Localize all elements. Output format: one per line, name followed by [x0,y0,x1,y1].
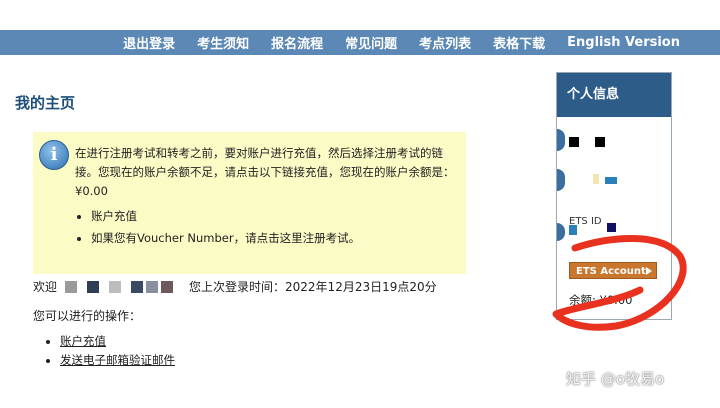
voucher-suffix: 注册考试。 [302,231,361,245]
top-nav-items: 退出登录 考生须知 报名流程 常见问题 考点列表 表格下载 English Ve… [101,30,720,55]
info-icon: i [39,140,69,170]
redacted-field [557,221,671,243]
nav-english-version[interactable]: English Version [567,35,680,50]
voucher-text: 如果您有Voucher Number，请点击 [91,231,280,245]
nav-registration-process[interactable]: 报名流程 [271,33,323,52]
account-balance: 余额: ¥0.00 [569,293,633,307]
panel-title: 个人信息 [557,73,671,117]
nav-form-downloads[interactable]: 表格下载 [493,33,545,52]
list-item: 发送电子邮箱验证邮件 [60,351,175,370]
welcome-prefix: 欢迎 [33,280,58,294]
notice-list: 账户充值 如果您有Voucher Number，请点击这里注册考试。 [75,205,360,249]
recharge-link[interactable]: 账户充值 [91,209,137,223]
ets-account-button[interactable]: ETS Account [569,262,657,279]
last-login-text: 您上次登录时间：2022年12月23日19点20分 [189,280,437,294]
nav-test-centers[interactable]: 考点列表 [419,33,471,52]
voucher-here-link[interactable]: 这里 [280,231,303,245]
nav-logout[interactable]: 退出登录 [123,33,175,52]
list-item: 如果您有Voucher Number，请点击这里注册考试。 [91,227,360,249]
operations-list: 账户充值 发送电子邮箱验证邮件 [45,332,175,370]
nav-faq[interactable]: 常见问题 [345,33,397,52]
operations-label: 您可以进行的操作： [33,309,142,323]
notice-box: i 在进行注册考试和转考之前，要对账户进行充值，然后选择注册考试的链接。您现在的… [33,132,466,274]
notice-text: 在进行注册考试和转考之前，要对账户进行充值，然后选择注册考试的链接。您现在的账户… [75,146,455,198]
arrow-right-icon [646,267,652,275]
op-send-verification-link[interactable]: 发送电子邮箱验证邮件 [60,353,175,367]
redacted-field [557,169,671,191]
personal-info-panel: 个人信息 ETS ID ETS Account 余额: ¥0.00 [556,72,672,320]
list-item: 账户充值 [60,332,175,351]
list-item: 账户充值 [91,205,360,227]
ets-account-label: ETS Account [576,266,646,277]
welcome-line: 欢迎 您上次登录时间：2022年12月23日19点20分 [33,278,437,295]
top-navigation: 退出登录 考生须知 报名流程 常见问题 考点列表 表格下载 English Ve… [0,30,720,55]
op-recharge-link[interactable]: 账户充值 [60,334,106,348]
page-title: 我的主页 [15,94,76,112]
watermark: 知乎 @o牧易o [566,370,665,388]
redacted-field [557,129,671,151]
redacted-username [65,280,183,293]
nav-candidate-notice[interactable]: 考生须知 [197,33,249,52]
